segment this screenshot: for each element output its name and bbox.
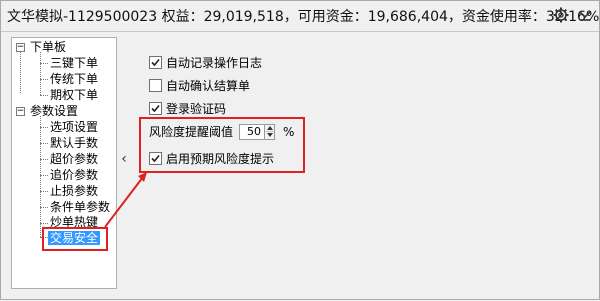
risk-threshold-input[interactable]: 50 (239, 123, 266, 140)
expected-risk-checkbox[interactable] (149, 152, 162, 165)
option-auto-log[interactable]: 自动记录操作日志 (149, 54, 262, 71)
risk-threshold-row: 风险度提醒阈值 50 % (149, 123, 294, 140)
auto-confirm-label: 自动确认结算单 (166, 79, 251, 93)
auto-log-label: 自动记录操作日志 (166, 56, 263, 70)
risk-threshold-unit: % (283, 124, 295, 139)
spinner-buttons (265, 123, 276, 140)
option-auto-confirm[interactable]: 自动确认结算单 (149, 77, 250, 94)
risk-threshold-spinner[interactable]: 50 (239, 123, 276, 140)
option-expected-risk[interactable]: 启用预期风险度提示 (149, 150, 274, 167)
login-captcha-label: 登录验证码 (166, 102, 227, 116)
spinner-down-icon[interactable] (265, 131, 275, 139)
auto-confirm-checkbox[interactable] (149, 79, 162, 92)
risk-threshold-label: 风险度提醒阈值 (149, 125, 234, 139)
expected-risk-label: 启用预期风险度提示 (166, 152, 275, 166)
option-login-captcha[interactable]: 登录验证码 (149, 100, 226, 117)
auto-log-checkbox[interactable] (149, 56, 162, 69)
settings-window: 文华模拟-1129500023 权益：29,019,518，可用资金：19,68… (0, 0, 600, 300)
login-captcha-checkbox[interactable] (149, 102, 162, 115)
